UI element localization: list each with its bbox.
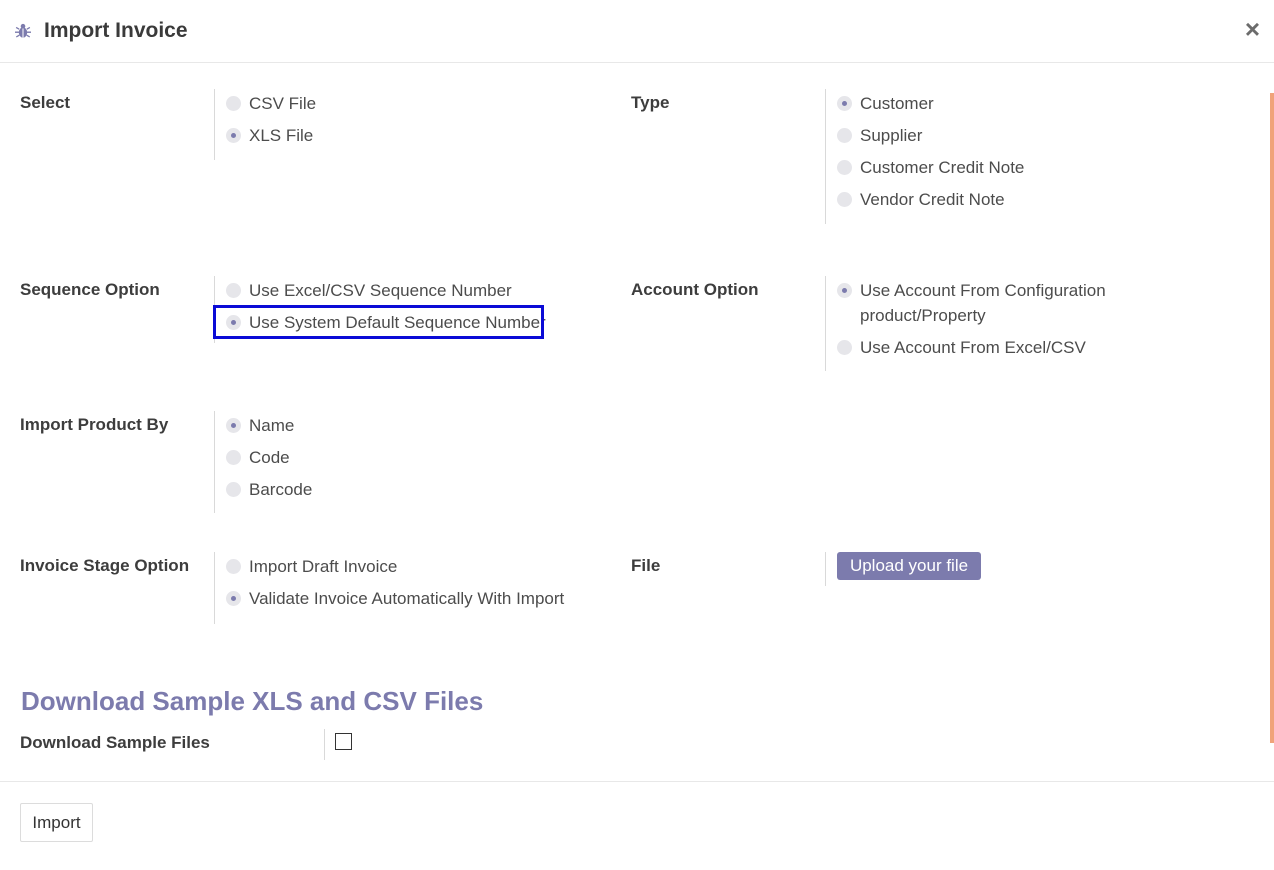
radio-button[interactable]	[837, 96, 852, 111]
radio-excel-sequence[interactable]: Use Excel/CSV Sequence Number	[226, 281, 512, 307]
radio-label: Name	[249, 416, 295, 435]
divider	[214, 552, 215, 624]
scrollbar[interactable]	[1270, 93, 1274, 743]
divider	[825, 276, 826, 371]
dialog-header: Import Invoice ×	[0, 0, 1274, 63]
radio-label: Barcode	[249, 480, 313, 499]
radio-product-name[interactable]: Name	[226, 416, 294, 442]
radio-label: Code	[249, 448, 290, 467]
radio-label: Import Draft Invoice	[249, 557, 398, 576]
radio-button[interactable]	[837, 160, 852, 175]
radio-customer[interactable]: Customer	[837, 94, 934, 120]
radio-label: Validate Invoice Automatically With Impo…	[249, 589, 565, 608]
select-label: Select	[20, 93, 71, 112]
radio-label: Vendor Credit Note	[860, 190, 1005, 209]
radio-account-configuration[interactable]: Use Account From Configuration product/P…	[837, 281, 1106, 332]
invoice-stage-option-label: Invoice Stage Option	[20, 556, 190, 575]
divider	[214, 89, 215, 160]
radio-vendor-credit-note[interactable]: Vendor Credit Note	[837, 190, 1005, 216]
account-option-label: Account Option	[631, 280, 759, 299]
import-button[interactable]: Import	[20, 803, 93, 842]
radio-account-excel[interactable]: Use Account From Excel/CSV	[837, 338, 1086, 364]
radio-label: Use Account From Excel/CSV	[860, 338, 1086, 357]
radio-product-barcode[interactable]: Barcode	[226, 480, 312, 506]
radio-button[interactable]	[226, 559, 241, 574]
radio-supplier[interactable]: Supplier	[837, 126, 922, 152]
radio-button[interactable]	[226, 96, 241, 111]
radio-button[interactable]	[226, 283, 241, 298]
radio-button[interactable]	[837, 192, 852, 207]
radio-button[interactable]	[226, 418, 241, 433]
radio-button[interactable]	[837, 340, 852, 355]
divider	[825, 552, 826, 586]
sequence-option-label: Sequence Option	[20, 280, 160, 299]
radio-draft-invoice[interactable]: Import Draft Invoice	[226, 557, 397, 583]
divider	[214, 411, 215, 513]
radio-label: Supplier	[860, 126, 923, 145]
download-section-title: Download Sample XLS and CSV Files	[21, 686, 484, 716]
radio-button[interactable]	[226, 591, 241, 606]
bug-icon[interactable]	[14, 22, 32, 40]
upload-file-button[interactable]: Upload your file	[837, 552, 981, 580]
radio-button[interactable]	[837, 128, 852, 143]
download-sample-files-label: Download Sample Files	[20, 733, 210, 752]
radio-validate-invoice[interactable]: Validate Invoice Automatically With Impo…	[226, 589, 564, 615]
radio-customer-credit-note[interactable]: Customer Credit Note	[837, 158, 1024, 184]
footer-divider	[0, 781, 1274, 782]
import-product-by-label: Import Product By	[20, 415, 169, 434]
radio-product-code[interactable]: Code	[226, 448, 290, 474]
radio-button[interactable]	[226, 450, 241, 465]
radio-label: Customer	[860, 94, 934, 113]
radio-label-line2: product/Property	[860, 306, 986, 325]
radio-xls-file[interactable]: XLS File	[226, 126, 313, 152]
radio-csv-file[interactable]: CSV File	[226, 94, 316, 120]
divider	[825, 89, 826, 224]
type-label: Type	[631, 93, 670, 112]
radio-label: XLS File	[249, 126, 314, 145]
close-button[interactable]: ×	[1245, 16, 1260, 42]
radio-button[interactable]	[837, 283, 852, 298]
download-sample-files-checkbox[interactable]	[335, 733, 352, 750]
radio-label: Use Account From Configuration product/P…	[860, 278, 1106, 328]
radio-label: Use Excel/CSV Sequence Number	[249, 281, 512, 300]
file-label: File	[631, 556, 661, 575]
radio-label: CSV File	[249, 94, 317, 113]
radio-button[interactable]	[226, 482, 241, 497]
divider	[324, 729, 325, 760]
focus-highlight	[213, 305, 544, 339]
radio-label: Customer Credit Note	[860, 158, 1025, 177]
radio-button[interactable]	[226, 128, 241, 143]
radio-label-line1: Use Account From Configuration	[860, 281, 1106, 300]
dialog-title: Import Invoice	[44, 19, 188, 42]
